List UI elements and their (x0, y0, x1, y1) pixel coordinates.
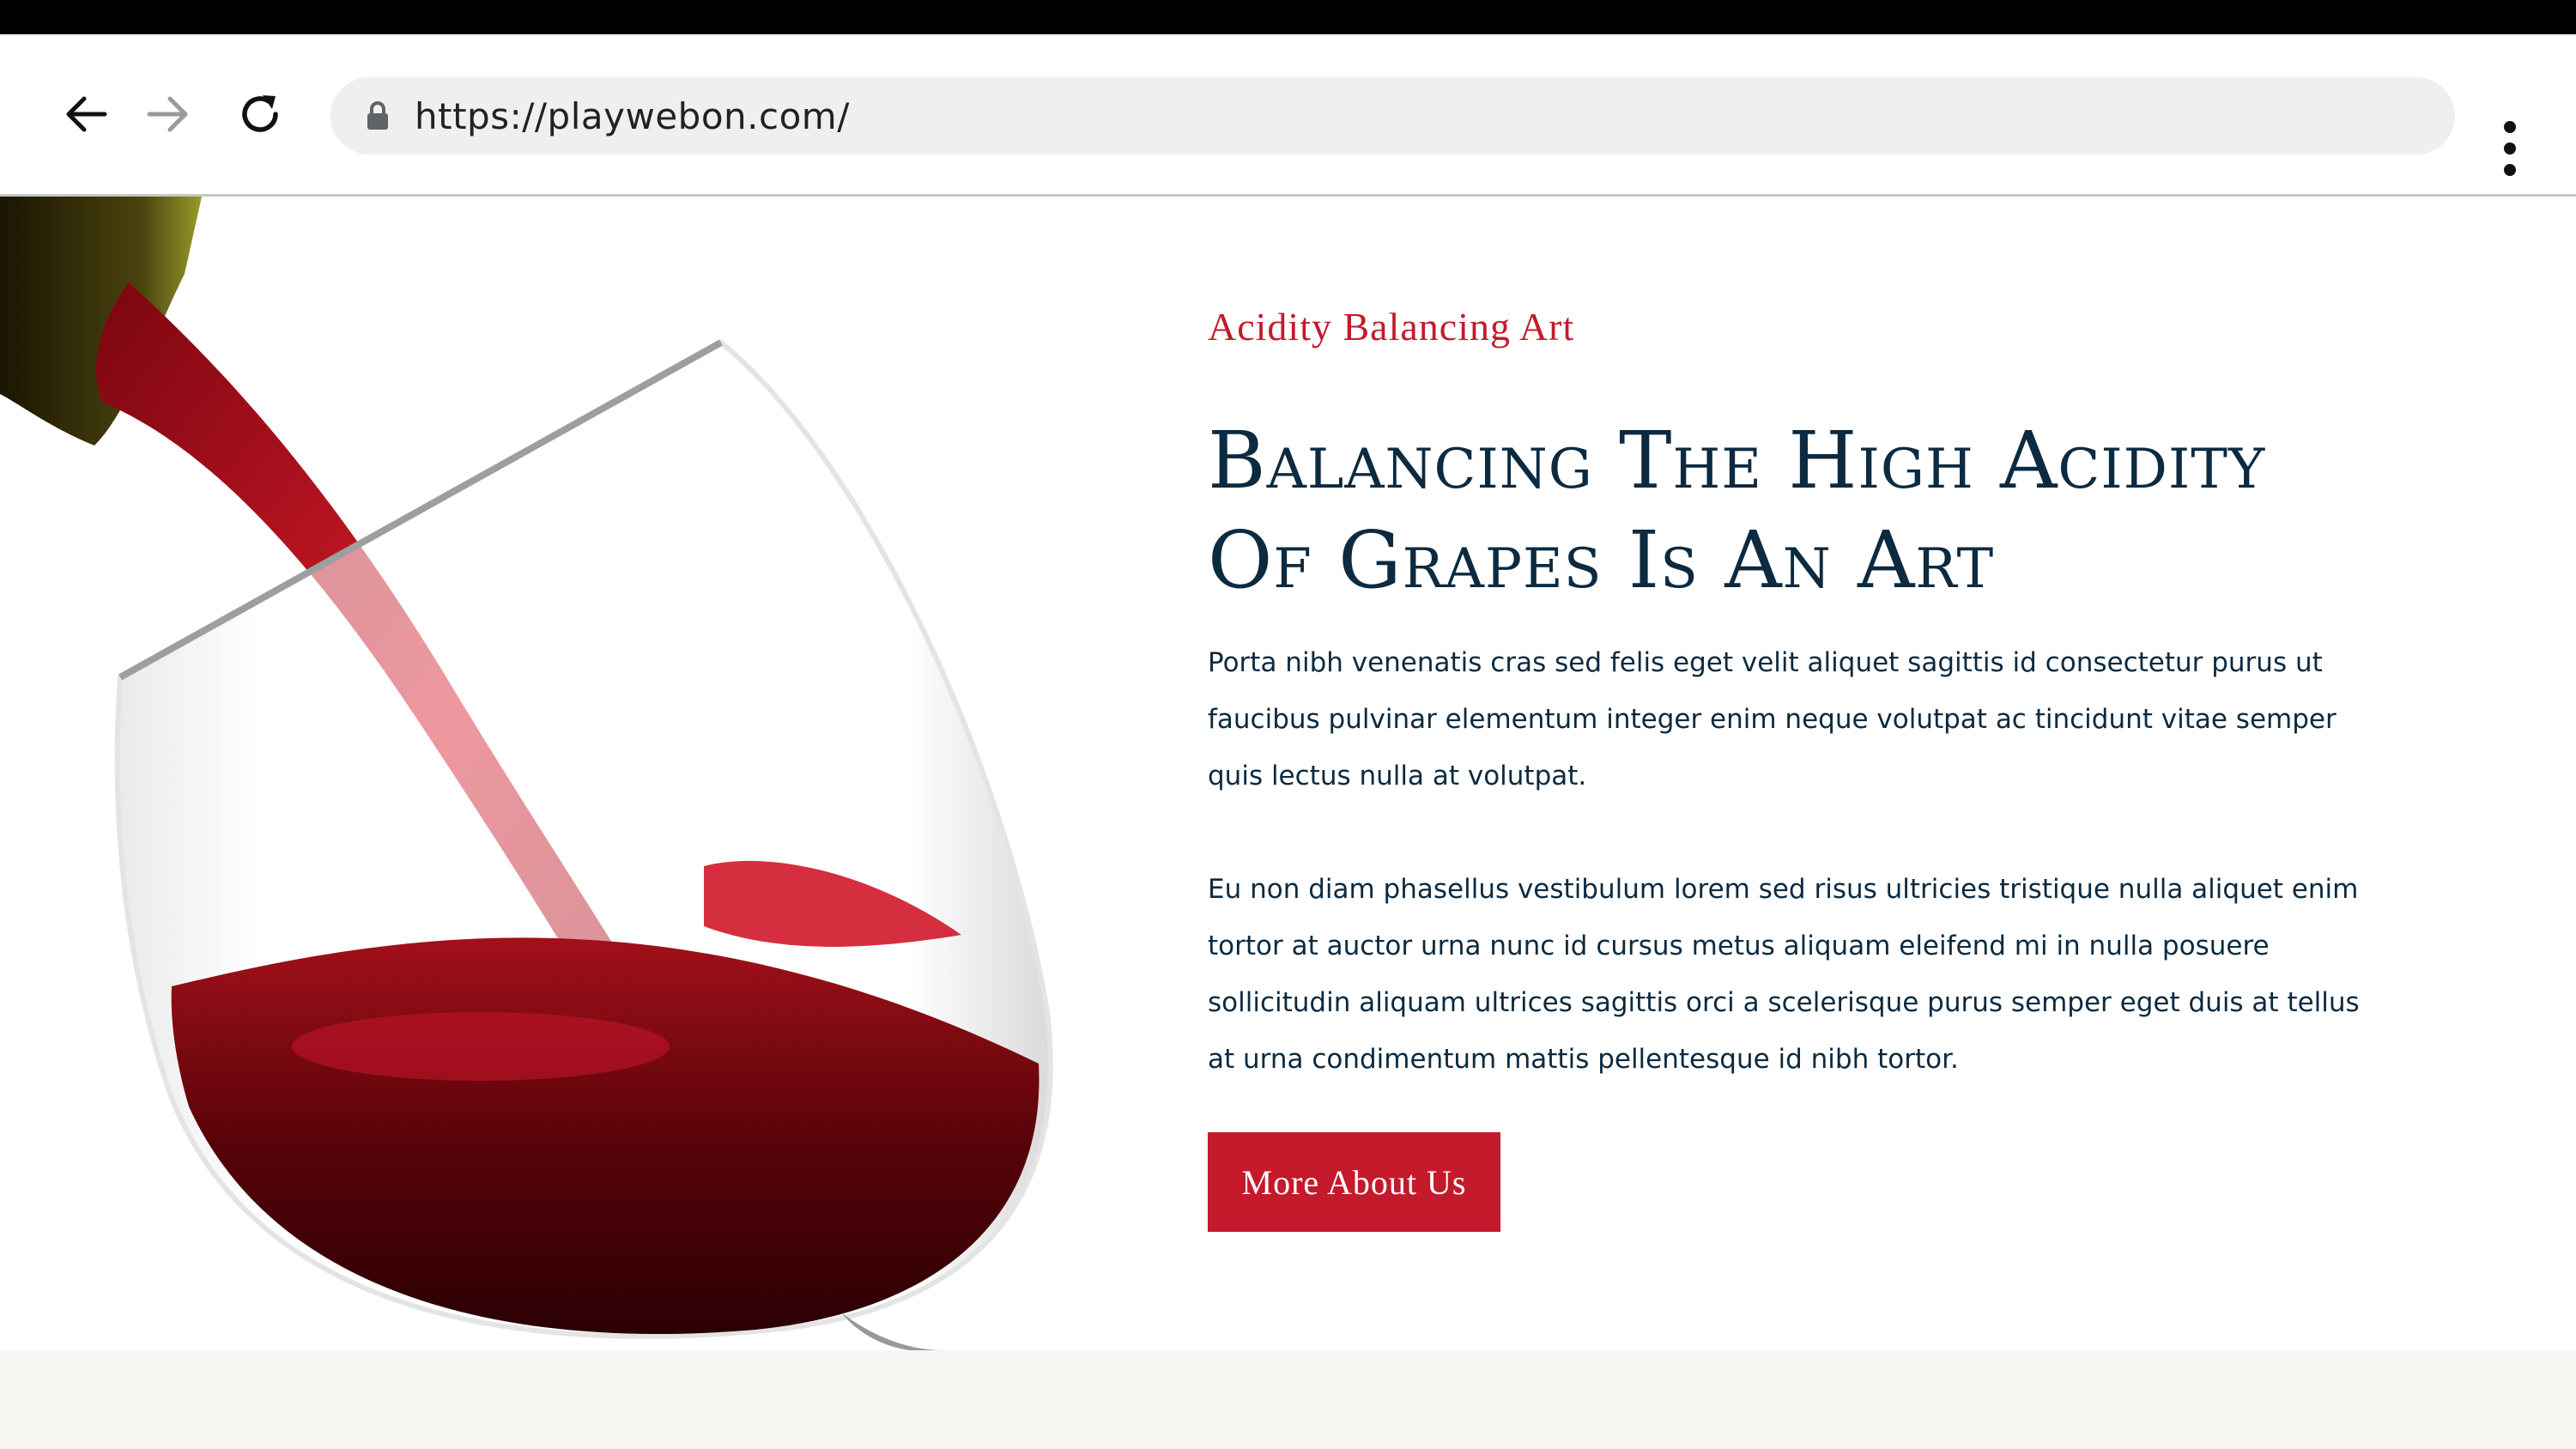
address-bar[interactable]: https://playwebon.com/ (330, 77, 2455, 155)
footer-strip (0, 1350, 2576, 1449)
status-bar (0, 0, 2576, 34)
forward-button[interactable] (127, 34, 209, 194)
more-about-us-button[interactable]: More About Us (1208, 1132, 1500, 1232)
back-button[interactable] (45, 34, 127, 194)
url-text: https://playwebon.com/ (415, 94, 850, 137)
hero-eyebrow: Acidity Balancing Art (1208, 305, 1575, 349)
headline-line-2: Of Grapes Is An Art (1208, 514, 1995, 606)
hero-paragraph-2: Eu non diam phasellus vestibulum lorem s… (1208, 874, 2360, 1075)
forward-arrow-icon (147, 96, 188, 132)
hero-section: Acidity Balancing Art Balancing The High… (0, 197, 2576, 1350)
hero-paragraph-1: Porta nibh venenatis cras sed felis eget… (1208, 647, 2337, 791)
more-vert-icon (2504, 121, 2516, 176)
browser-toolbar: https://playwebon.com/ (0, 34, 2576, 197)
reload-icon (242, 95, 278, 132)
back-arrow-icon (66, 96, 107, 132)
lock-icon (365, 99, 391, 133)
headline-line-1: Balancing The High Acidity (1208, 415, 2266, 506)
wine-glass-image (0, 197, 1053, 1350)
hero-headline: Balancing The High Acidity Of Grapes Is … (1208, 411, 2392, 610)
reload-button[interactable] (219, 34, 301, 194)
